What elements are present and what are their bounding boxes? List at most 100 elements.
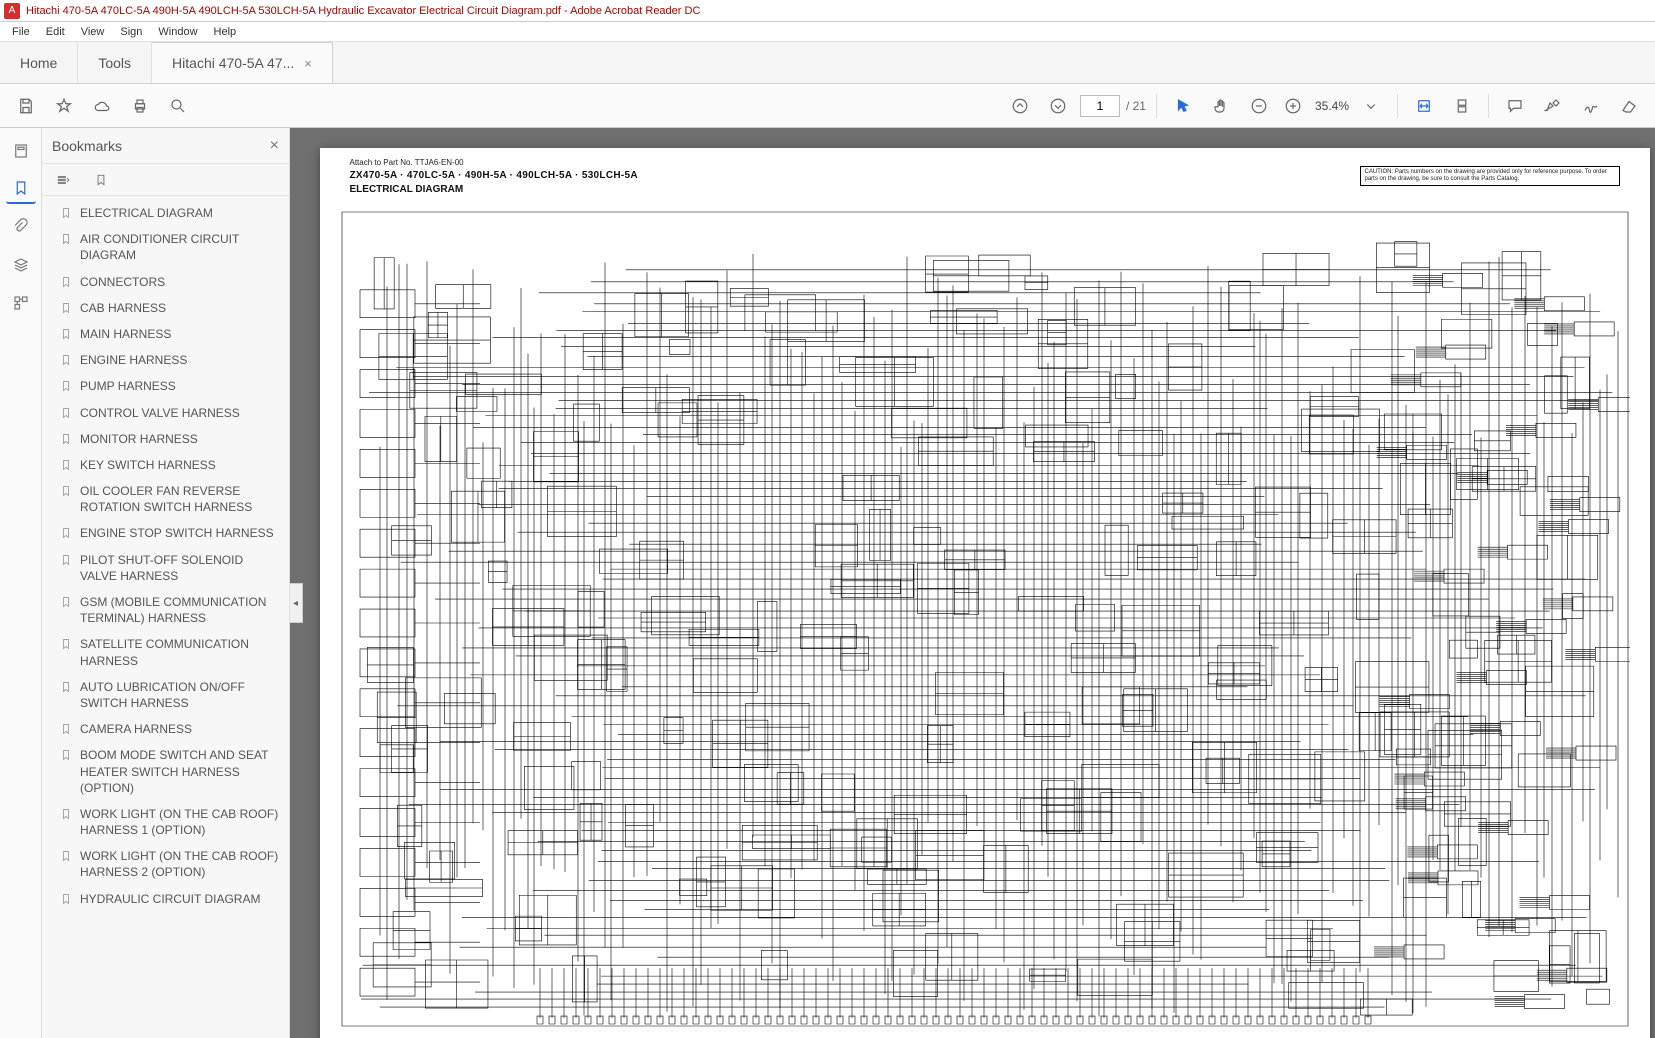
bookmark-options-icon[interactable] [52,169,74,191]
bookmark-item[interactable]: ENGINE HARNESS [48,347,289,373]
bookmark-label: PUMP HARNESS [80,378,281,394]
bookmark-ribbon-icon [60,379,72,393]
bookmark-label: OIL COOLER FAN REVERSE ROTATION SWITCH H… [80,483,281,515]
bookmark-item[interactable]: PUMP HARNESS [48,373,289,399]
bookmarks-list[interactable]: ELECTRICAL DIAGRAMAIR CONDITIONER CIRCUI… [42,196,289,1038]
layers-icon[interactable] [6,250,36,280]
page-up-icon[interactable] [1004,90,1036,122]
tab-document[interactable]: Hitachi 470-5A 47... × [152,42,333,83]
bookmark-label: MAIN HARNESS [80,326,281,342]
bookmark-ribbon-icon [60,553,72,567]
bookmark-item[interactable]: GSM (MOBILE COMMUNICATION TERMINAL) HARN… [48,589,289,631]
menu-sign[interactable]: Sign [112,24,150,40]
bookmark-ribbon-icon [60,892,72,906]
window-titlebar: A Hitachi 470-5A 470LC-5A 490H-5A 490LCH… [0,0,1655,22]
bookmark-label: BOOM MODE SWITCH AND SEAT HEATER SWITCH … [80,747,281,796]
bookmark-label: ENGINE STOP SWITCH HARNESS [80,525,281,541]
bookmark-ribbon-icon [60,849,72,863]
tab-tools-label: Tools [98,55,131,71]
left-rail [0,128,42,1038]
sign-icon[interactable] [1575,90,1607,122]
scroll-mode-icon[interactable] [1446,90,1478,122]
bookmark-ribbon-icon [60,484,72,498]
tab-document-label: Hitachi 470-5A 47... [172,55,294,71]
star-icon[interactable] [48,90,80,122]
menu-window[interactable]: Window [150,24,205,40]
bookmark-label: GSM (MOBILE COMMUNICATION TERMINAL) HARN… [80,594,281,626]
bookmark-item[interactable]: ENGINE STOP SWITCH HARNESS [48,520,289,546]
model-tree-icon[interactable] [6,288,36,318]
bookmarks-title: Bookmarks [52,138,122,154]
page-total-label: / 21 [1126,99,1146,113]
bookmark-item[interactable]: WORK LIGHT (ON THE CAB ROOF) HARNESS 2 (… [48,843,289,885]
tab-home-label: Home [20,55,57,71]
bookmark-item[interactable]: MONITOR HARNESS [48,426,289,452]
bookmark-item[interactable]: KEY SWITCH HARNESS [48,452,289,478]
page-down-icon[interactable] [1042,90,1074,122]
bookmark-item[interactable]: CONTROL VALVE HARNESS [48,400,289,426]
document-viewer[interactable]: ◂ Attach to Part No. TTJA6-EN-00 ZX470-5… [290,128,1655,1038]
zoom-in-icon[interactable] [1277,90,1309,122]
bookmark-ribbon-icon [60,275,72,289]
zoom-value-label: 35.4% [1311,99,1353,113]
page-title-text: ZX470-5A · 470LC-5A · 490H-5A · 490LCH-5… [350,170,638,181]
chevron-down-icon[interactable] [1355,90,1387,122]
menu-edit[interactable]: Edit [38,24,73,40]
bookmark-item[interactable]: AIR CONDITIONER CIRCUIT DIAGRAM [48,226,289,268]
bookmark-ribbon-icon [60,327,72,341]
bookmark-item[interactable]: ELECTRICAL DIAGRAM [48,200,289,226]
tab-home[interactable]: Home [0,42,78,83]
panel-close-icon[interactable]: × [270,137,279,155]
bookmark-ribbon-icon [60,637,72,651]
search-icon[interactable] [162,90,194,122]
tab-tools[interactable]: Tools [78,42,152,83]
page-number-input[interactable] [1080,95,1120,117]
bookmark-ribbon-icon [60,406,72,420]
bookmark-item[interactable]: WORK LIGHT (ON THE CAB ROOF) HARNESS 1 (… [48,801,289,843]
fit-width-icon[interactable] [1408,90,1440,122]
bookmark-ribbon-icon [60,807,72,821]
bookmark-item[interactable]: BOOM MODE SWITCH AND SEAT HEATER SWITCH … [48,742,289,801]
page-nav: / 21 [1004,90,1146,122]
hand-icon[interactable] [1205,90,1237,122]
bookmark-item[interactable]: HYDRAULIC CIRCUIT DIAGRAM [48,886,289,912]
attachments-icon[interactable] [6,212,36,242]
print-icon[interactable] [124,90,156,122]
panel-collapse-handle[interactable]: ◂ [290,583,303,623]
bookmark-label: PILOT SHUT-OFF SOLENOID VALVE HARNESS [80,552,281,584]
highlight-icon[interactable] [1537,90,1569,122]
cloud-icon[interactable] [86,90,118,122]
menu-help[interactable]: Help [206,24,245,40]
zoom-controls: 35.4% [1243,90,1387,122]
erase-icon[interactable] [1613,90,1645,122]
pdf-page: Attach to Part No. TTJA6-EN-00 ZX470-5A … [320,148,1650,1038]
thumbnails-icon[interactable] [6,136,36,166]
menu-file[interactable]: File [4,24,38,40]
toolbar: / 21 35.4% [0,84,1655,128]
pointer-icon[interactable] [1167,90,1199,122]
menu-view[interactable]: View [73,24,113,40]
bookmark-label: CONTROL VALVE HARNESS [80,405,281,421]
bookmarks-panel: Bookmarks × ELECTRICAL DIAGRAMAIR CONDIT… [42,128,290,1038]
bookmark-ribbon-icon [60,232,72,246]
comment-icon[interactable] [1499,90,1531,122]
bookmark-ribbon-icon [60,206,72,220]
bookmark-item[interactable]: MAIN HARNESS [48,321,289,347]
bookmark-item[interactable]: AUTO LUBRICATION ON/OFF SWITCH HARNESS [48,674,289,716]
bookmark-label: WORK LIGHT (ON THE CAB ROOF) HARNESS 1 (… [80,806,281,838]
bookmark-find-icon[interactable] [90,169,112,191]
zoom-out-icon[interactable] [1243,90,1275,122]
tab-row: Home Tools Hitachi 470-5A 47... × [0,42,1655,84]
bookmark-item[interactable]: CAMERA HARNESS [48,716,289,742]
close-icon[interactable]: × [304,56,312,71]
bookmark-label: KEY SWITCH HARNESS [80,457,281,473]
save-icon[interactable] [10,90,42,122]
bookmark-item[interactable]: SATELLITE COMMUNICATION HARNESS [48,631,289,673]
bookmark-label: CONNECTORS [80,274,281,290]
page-header-text: Attach to Part No. TTJA6-EN-00 [350,158,464,167]
bookmark-item[interactable]: PILOT SHUT-OFF SOLENOID VALVE HARNESS [48,547,289,589]
bookmarks-icon[interactable] [6,174,36,204]
bookmark-item[interactable]: CAB HARNESS [48,295,289,321]
bookmark-item[interactable]: CONNECTORS [48,269,289,295]
bookmark-item[interactable]: OIL COOLER FAN REVERSE ROTATION SWITCH H… [48,478,289,520]
